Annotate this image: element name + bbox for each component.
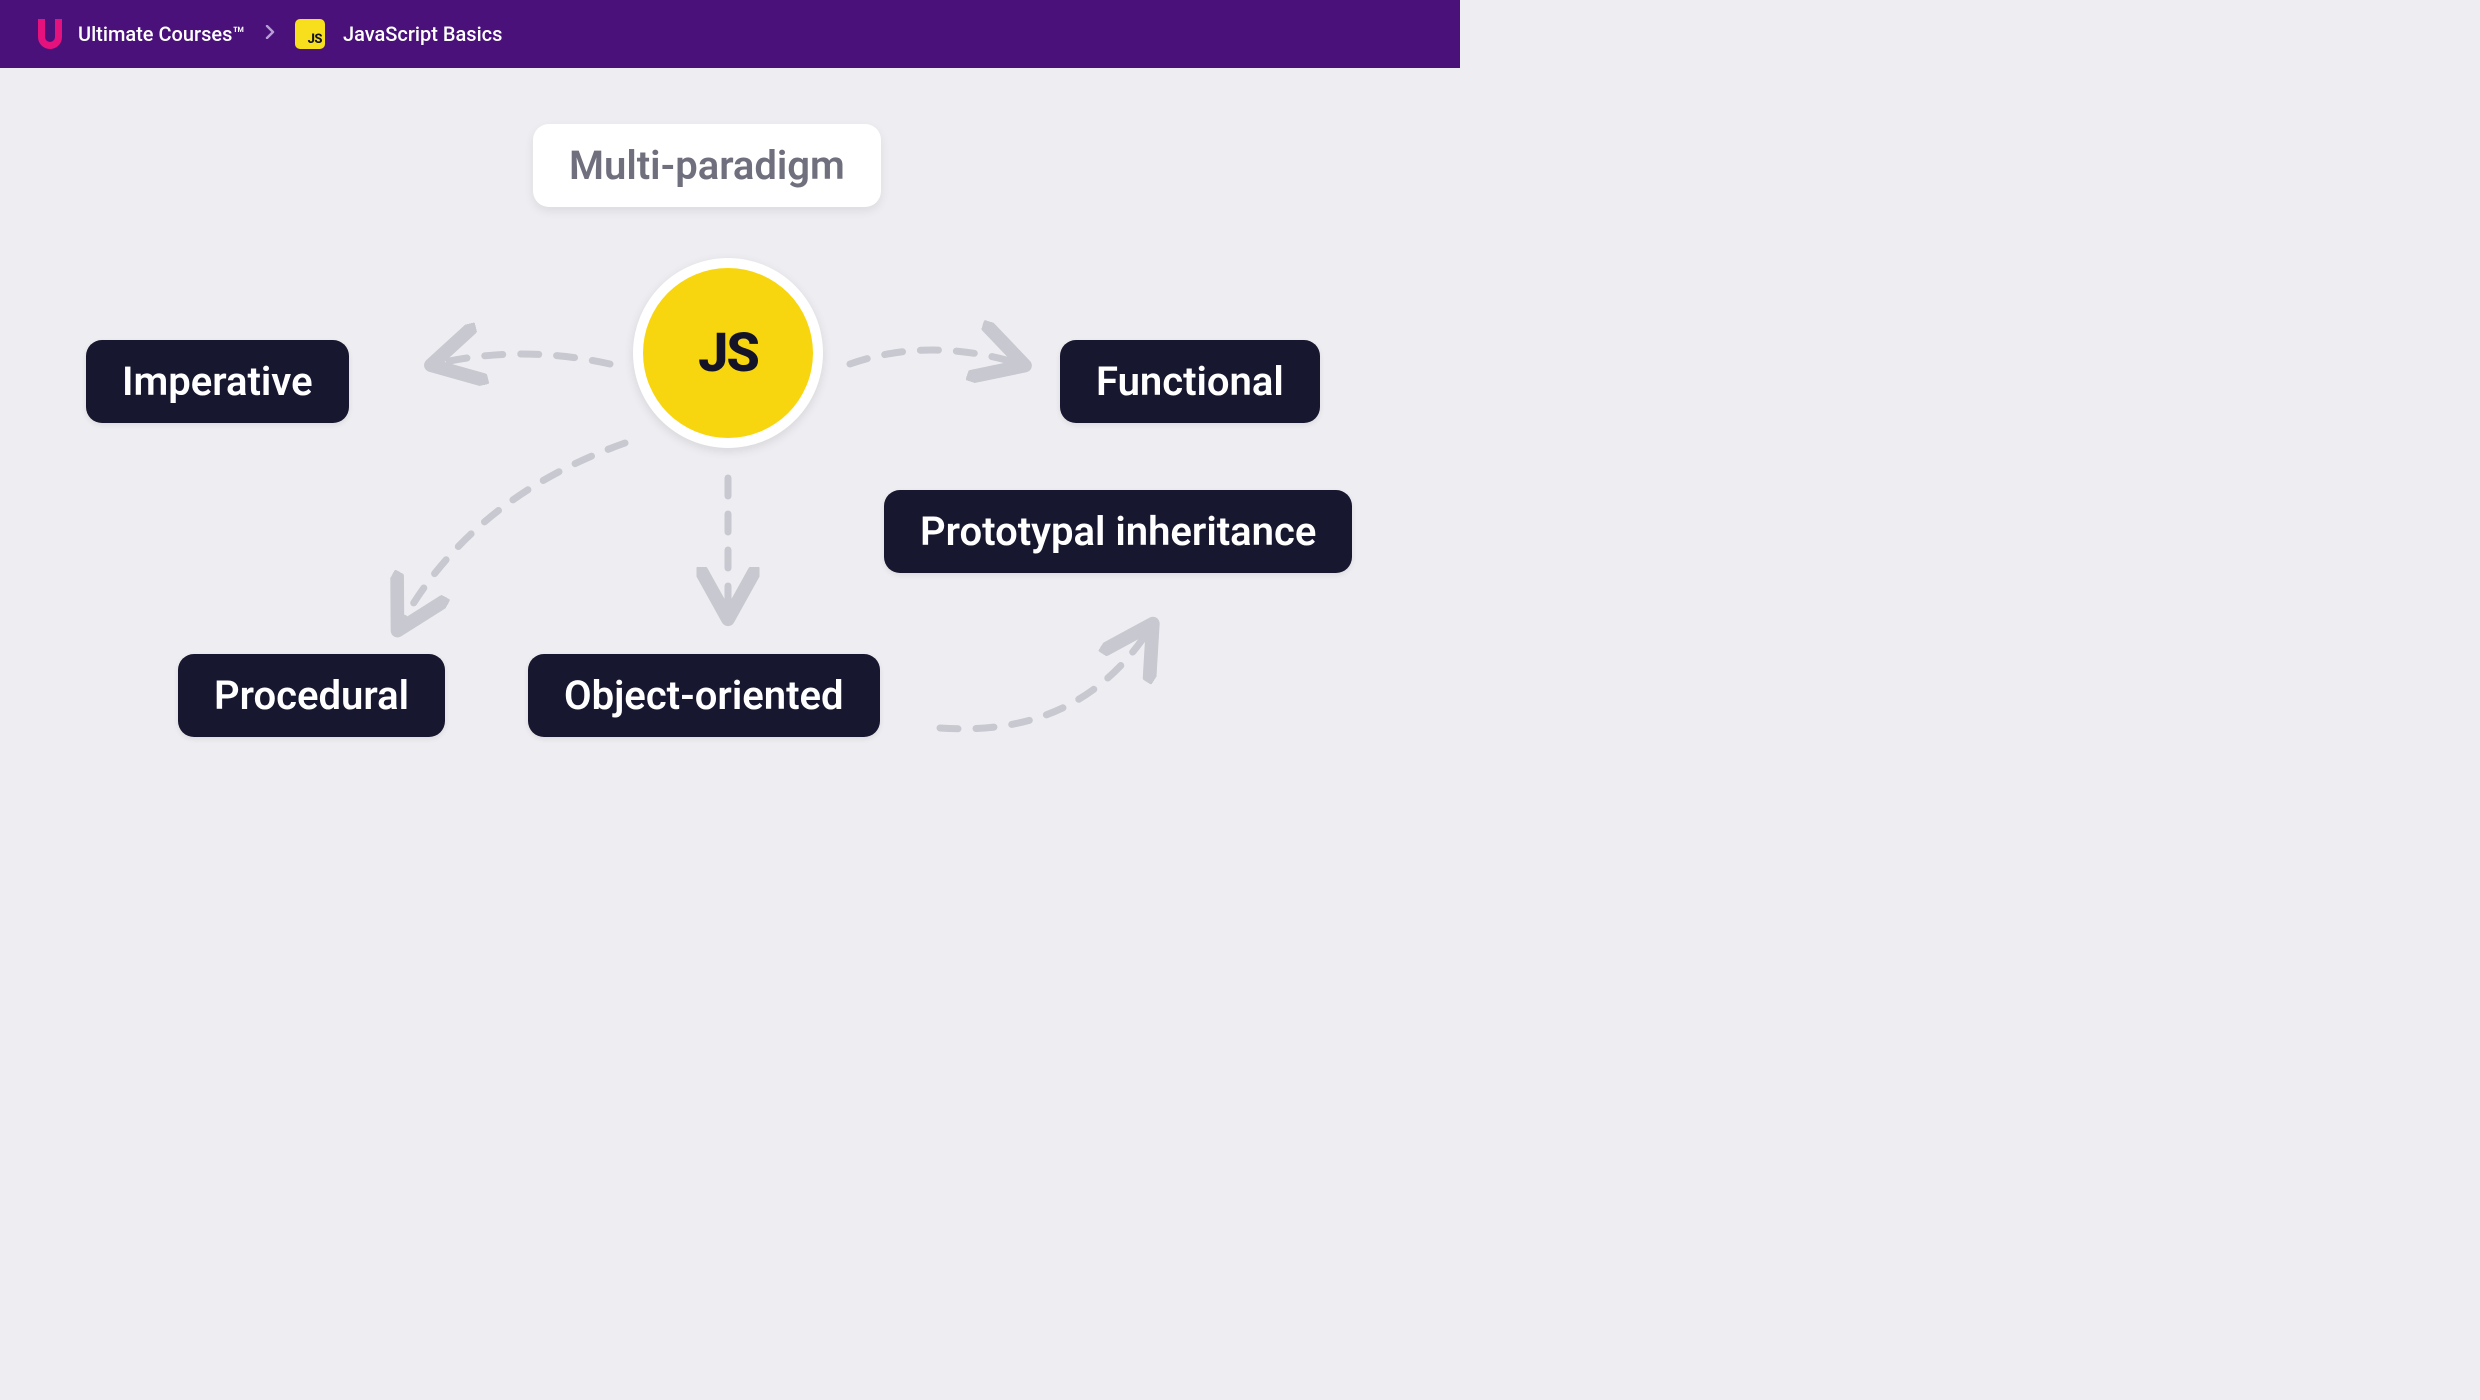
- node-label: Multi-paradigm: [569, 142, 845, 189]
- node-functional: Functional: [1060, 340, 1320, 423]
- js-badge-label: JS: [308, 32, 322, 47]
- node-label: Imperative: [122, 358, 313, 405]
- node-label: Functional: [1096, 358, 1284, 405]
- breadcrumb-chevron-icon: [265, 25, 275, 43]
- diagram-canvas: JS Multi-paradigm Imperative Functional …: [0, 68, 1460, 824]
- center-js-inner: JS: [643, 268, 813, 438]
- node-object-oriented: Object-oriented: [528, 654, 880, 737]
- center-js-label: JS: [698, 322, 758, 385]
- node-label: Procedural: [214, 672, 409, 719]
- js-badge-icon: JS: [295, 19, 325, 49]
- course-title: JavaScript Basics: [343, 22, 502, 46]
- header-bar: Ultimate Courses™ JS JavaScript Basics: [0, 0, 1460, 68]
- node-procedural: Procedural: [178, 654, 445, 737]
- node-prototypal-inheritance: Prototypal inheritance: [884, 490, 1352, 573]
- node-label: Object-oriented: [564, 672, 844, 719]
- brand-name: Ultimate Courses™: [78, 22, 245, 46]
- node-label: Prototypal inheritance: [920, 508, 1316, 555]
- center-js-node: JS: [633, 258, 823, 448]
- node-multi-paradigm: Multi-paradigm: [533, 124, 881, 207]
- brand-logo-icon: [36, 17, 64, 51]
- node-imperative: Imperative: [86, 340, 349, 423]
